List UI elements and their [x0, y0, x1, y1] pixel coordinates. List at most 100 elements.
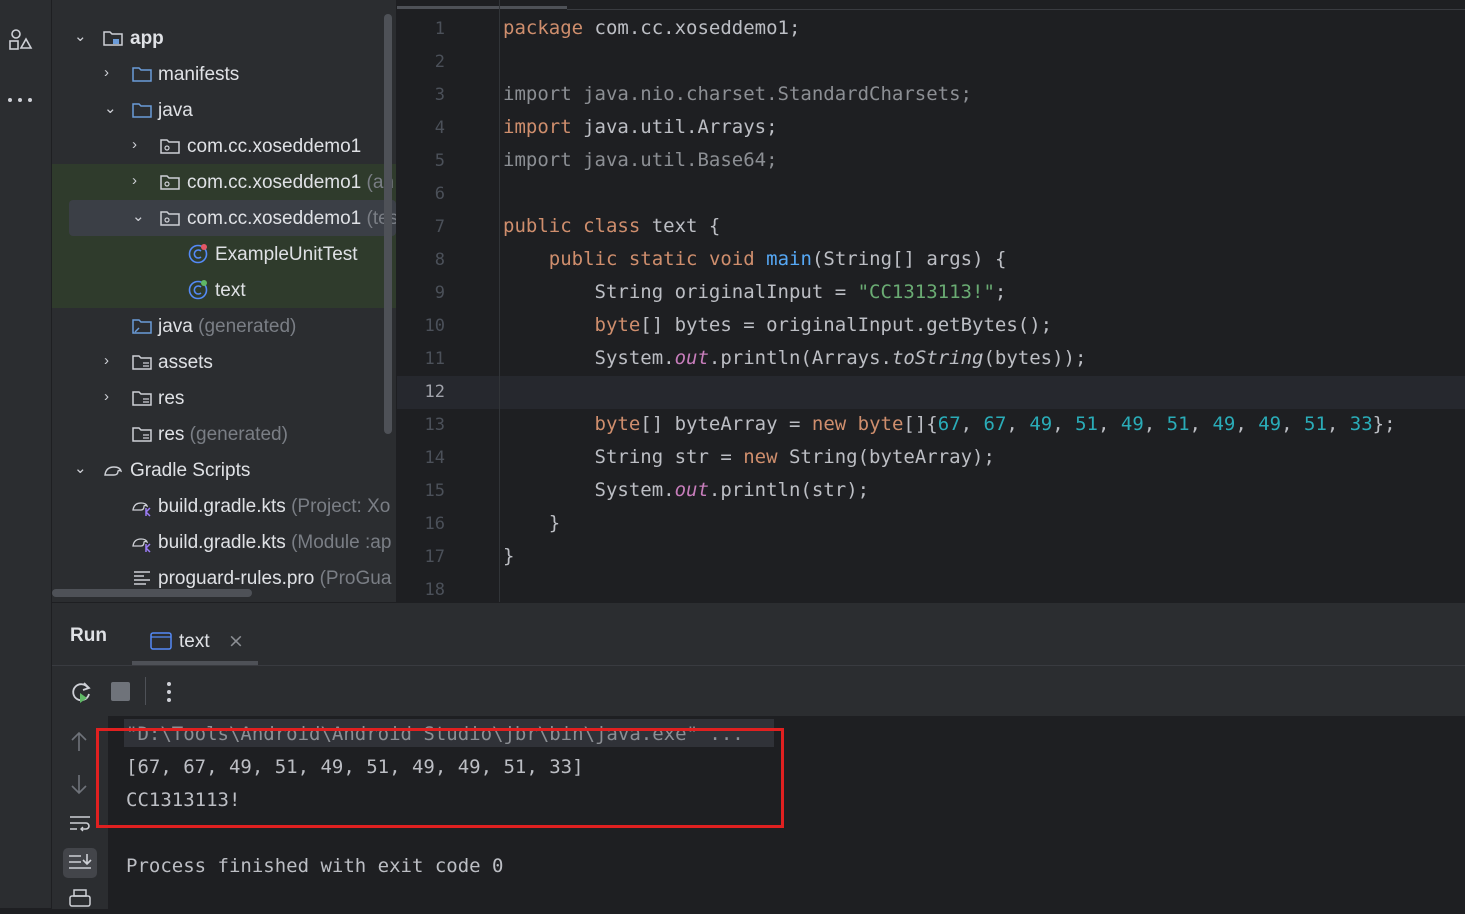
code-line: System.out.println(Arrays.toString(bytes… [503, 347, 1087, 369]
line-number: 3 [434, 85, 445, 105]
chevron-right-icon[interactable]: › [104, 352, 118, 370]
chevron-down-icon[interactable]: ⌄ [104, 100, 118, 118]
tree-item-build-gradle-module[interactable]: build.gradle.kts (Module :ap [52, 524, 396, 560]
resource-folder-icon [131, 423, 153, 445]
line-number: 2 [434, 52, 445, 72]
line-number: 7 [434, 217, 445, 237]
gradle-icon [102, 459, 124, 481]
folder-icon [131, 99, 153, 121]
run-tab-label: text [179, 631, 210, 652]
tree-vertical-scrollbar[interactable] [384, 14, 392, 434]
tree-item-java[interactable]: ⌄ java [52, 92, 396, 128]
tree-item-package-test[interactable]: ⌄ com.cc.xoseddemo1 (tes [69, 200, 396, 236]
code-line: public static void main(String[] args) { [548, 248, 1007, 270]
generated-folder-icon [131, 315, 153, 337]
tree-item-exampleunittest[interactable]: ExampleUnitTest [52, 236, 396, 272]
code-line: } [503, 512, 561, 534]
tree-item-res-generated[interactable]: res (generated) [52, 416, 396, 452]
test-class-icon [187, 243, 209, 265]
more-actions-icon[interactable] [162, 679, 176, 705]
tree-item-label: text [215, 280, 246, 301]
line-number: 10 [424, 316, 445, 336]
rerun-icon[interactable] [68, 679, 94, 705]
close-icon[interactable]: × [228, 630, 244, 652]
code-line: package com.cc.xoseddemo1; [503, 17, 801, 39]
tree-item-label: com.cc.xoseddemo1 (an [187, 172, 394, 193]
arrow-down-icon[interactable] [68, 772, 90, 796]
line-number: 1 [434, 19, 445, 39]
tree-item-gradle-scripts[interactable]: ⌄ Gradle Scripts [52, 452, 396, 488]
chevron-down-icon[interactable]: ⌄ [74, 460, 88, 478]
test-class-icon [187, 279, 209, 301]
toolbar-separator [145, 677, 146, 705]
stop-icon[interactable] [111, 682, 130, 701]
line-number: 16 [424, 514, 445, 534]
run-panel-title: Run [70, 625, 107, 646]
tree-item-assets[interactable]: › assets [52, 344, 396, 380]
line-number-current: 12 [424, 382, 445, 402]
tree-horizontal-scrollbar[interactable] [52, 589, 252, 597]
chevron-right-icon[interactable]: › [132, 172, 146, 190]
code-line: import java.nio.charset.StandardCharsets… [503, 83, 972, 105]
tree-item-label: proguard-rules.pro (ProGua [158, 568, 392, 589]
gradle-kts-icon [131, 531, 153, 553]
tree-item-label: assets [158, 352, 213, 373]
chevron-right-icon[interactable]: › [132, 136, 146, 154]
tree-item-package-main[interactable]: › com.cc.xoseddemo1 [52, 128, 396, 164]
more-icon[interactable] [6, 86, 34, 114]
gradle-kts-icon [131, 495, 153, 517]
divider [52, 665, 1465, 666]
line-number: 11 [424, 349, 445, 369]
line-number: 14 [424, 448, 445, 468]
code-line: System.out.println(str); [503, 479, 870, 501]
tree-item-manifests[interactable]: › manifests [52, 56, 396, 92]
code-line: public class text { [503, 215, 721, 237]
project-tree: ⌄ app › manifests ⌄ java › com.cc.xosedd… [52, 0, 396, 602]
tree-item-java-generated[interactable]: java (generated) [52, 308, 396, 344]
scroll-to-end-button[interactable] [63, 848, 97, 878]
tree-item-label: build.gradle.kts (Module :ap [158, 532, 392, 553]
line-number: 17 [424, 547, 445, 567]
line-number: 5 [434, 151, 445, 171]
console-exit-message: Process finished with exit code 0 [126, 855, 504, 877]
chevron-down-icon[interactable]: ⌄ [74, 28, 88, 46]
print-icon[interactable] [68, 888, 92, 910]
tree-item-build-gradle-project[interactable]: build.gradle.kts (Project: Xo [52, 488, 396, 524]
tree-item-label: Gradle Scripts [130, 460, 251, 481]
code-line: String originalInput = "CC1313113!"; [503, 281, 1007, 303]
package-icon [159, 135, 181, 157]
line-number: 9 [434, 283, 445, 303]
tree-item-text[interactable]: text [52, 272, 396, 308]
code-line: byte[] byteArray = new byte[]{67, 67, 49… [594, 413, 1396, 435]
tree-item-label: java [158, 100, 193, 121]
chevron-down-icon[interactable]: ⌄ [132, 208, 146, 226]
code-editor[interactable]: 1 2 3 4 5 6 7 8 9 10 11 12 13 14 15 16 1… [397, 0, 1465, 602]
chevron-right-icon[interactable]: › [104, 64, 118, 82]
structure-icon[interactable] [6, 26, 34, 54]
tree-item-res[interactable]: › res [52, 380, 396, 416]
current-line-highlight [397, 376, 1465, 409]
annotation-highlight-box [96, 728, 784, 828]
line-number: 6 [434, 184, 445, 204]
module-folder-icon [102, 27, 124, 49]
tree-item-app[interactable]: ⌄ app [52, 20, 396, 56]
line-number: 18 [424, 580, 445, 600]
package-icon [159, 171, 181, 193]
line-number: 13 [424, 415, 445, 435]
tree-item-label: app [130, 28, 164, 49]
code-line: } [503, 545, 515, 567]
tree-item-label: com.cc.xoseddemo1 [187, 136, 362, 157]
tree-item-package-androidtest[interactable]: › com.cc.xoseddemo1 (an [52, 164, 396, 200]
package-icon [159, 207, 181, 229]
tree-item-label: build.gradle.kts (Project: Xo [158, 496, 391, 517]
console-window-icon [150, 632, 172, 650]
code-line: import java.util.Base64; [503, 149, 778, 171]
soft-wrap-icon[interactable] [68, 812, 92, 836]
tree-item-label: manifests [158, 64, 240, 85]
tree-item-label: java (generated) [158, 316, 297, 337]
chevron-right-icon[interactable]: › [104, 388, 118, 406]
tree-item-label: com.cc.xoseddemo1 (tes [187, 208, 396, 229]
tool-window-strip [0, 0, 52, 908]
arrow-up-icon[interactable] [68, 730, 90, 754]
run-tab-text[interactable]: text × [132, 621, 258, 661]
